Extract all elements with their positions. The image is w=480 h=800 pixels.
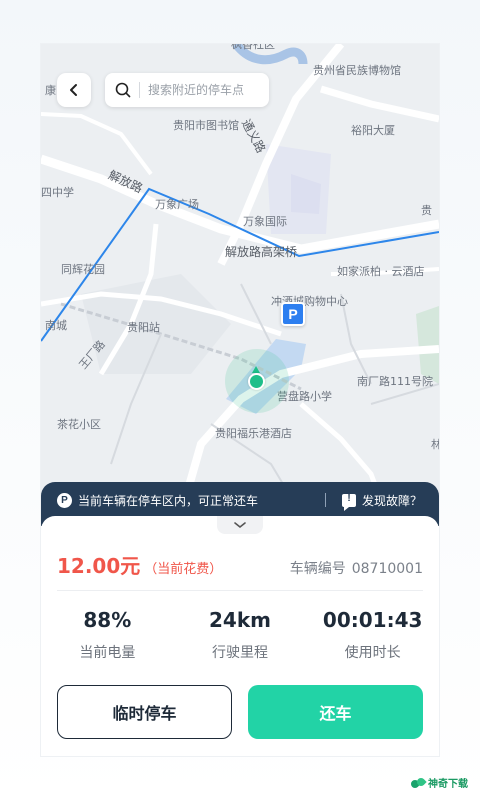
map-background bbox=[41, 44, 439, 514]
map-label: 贵州省民族博物馆 bbox=[313, 64, 401, 77]
map-label: 贵阳福乐港酒店 bbox=[215, 427, 292, 440]
search-bar[interactable] bbox=[105, 73, 269, 107]
stat-label: 行驶里程 bbox=[212, 645, 268, 661]
stat-label: 当前电量 bbox=[79, 645, 136, 661]
stat-duration: 00:01:43 使用时长 bbox=[306, 608, 439, 662]
stat-label: 使用时长 bbox=[344, 645, 401, 661]
chevron-left-icon bbox=[70, 84, 77, 96]
map-label: 如家派柏 · 云酒店 bbox=[337, 265, 425, 278]
parking-marker[interactable]: P bbox=[281, 302, 305, 326]
map-label: 枫香社区 bbox=[231, 44, 275, 51]
warning-message-icon bbox=[342, 493, 356, 511]
map-label: 裕阳大厦 bbox=[351, 124, 395, 137]
map-view[interactable]: 枫香社区 贵州省民族博物馆 康 贵阳市图书馆 裕阳大厦 通义路 四中学 解放路 … bbox=[41, 44, 439, 514]
report-fault-button[interactable]: 发现故障？ bbox=[342, 492, 423, 511]
back-button[interactable] bbox=[57, 73, 91, 107]
fee-note: （当前花费） bbox=[144, 562, 223, 577]
search-input[interactable] bbox=[148, 83, 258, 97]
divider bbox=[57, 590, 423, 591]
watermark-text: 神奇下载 bbox=[428, 779, 468, 790]
map-label: 同辉花园 bbox=[61, 263, 105, 276]
map-label: 南厂路111号院 bbox=[357, 375, 433, 388]
map-label: 贵阳市图书馆 bbox=[173, 119, 239, 132]
collapse-handle[interactable] bbox=[217, 516, 263, 534]
watermark: 神奇下载 bbox=[411, 775, 468, 790]
map-label: 四中学 bbox=[41, 186, 74, 199]
search-icon bbox=[115, 82, 131, 98]
vehicle-id-label: 车辆编号 bbox=[289, 561, 346, 577]
stat-value: 00:01:43 bbox=[322, 608, 423, 632]
return-car-button[interactable]: 还车 bbox=[248, 685, 423, 739]
temporary-park-button[interactable]: 临时停车 bbox=[57, 685, 232, 739]
leaf-logo-icon bbox=[411, 778, 425, 788]
map-label: 贵阳站 bbox=[127, 321, 160, 334]
map-label: 康 bbox=[45, 84, 56, 97]
parking-status-text: 当前车辆在停车区内，可正常还车 bbox=[78, 494, 259, 508]
map-label: 解放路高架桥 bbox=[225, 245, 298, 259]
current-location-dot bbox=[248, 373, 265, 390]
stat-distance: 24km 行驶里程 bbox=[174, 608, 307, 662]
chevron-down-icon bbox=[234, 522, 246, 529]
stat-value: 24km bbox=[209, 608, 271, 632]
map-label: 茶花小区 bbox=[57, 418, 101, 431]
current-fee: 12.00元 bbox=[57, 554, 141, 578]
app-screen: 枫香社区 贵州省民族博物馆 康 贵阳市图书馆 裕阳大厦 通义路 四中学 解放路 … bbox=[41, 44, 439, 756]
vehicle-id-number: 08710001 bbox=[351, 561, 423, 577]
heading-arrow-icon bbox=[252, 366, 260, 373]
ride-info-panel: 12.00元 （当前花费） 车辆编号 08710001 88% 当前电量 24km … bbox=[41, 516, 439, 756]
map-label: 贵 bbox=[421, 204, 432, 217]
vehicle-id: 车辆编号 08710001 bbox=[290, 558, 423, 578]
parking-p-icon: P bbox=[57, 493, 72, 508]
stat-battery: 88% 当前电量 bbox=[41, 608, 174, 662]
map-label: 南城 bbox=[45, 319, 67, 332]
search-divider bbox=[139, 82, 140, 98]
report-fault-label: 发现故障？ bbox=[362, 494, 423, 508]
map-label: 万象国际 bbox=[243, 215, 287, 228]
ride-stats: 88% 当前电量 24km 行驶里程 00:01:43 使用时长 bbox=[41, 608, 439, 662]
stat-value: 88% bbox=[83, 608, 132, 632]
fee-row: 12.00元 （当前花费） 车辆编号 08710001 bbox=[57, 550, 423, 579]
map-label: 万象广场 bbox=[155, 198, 199, 211]
map-label: 林 bbox=[431, 438, 439, 451]
notice-divider bbox=[325, 493, 326, 507]
